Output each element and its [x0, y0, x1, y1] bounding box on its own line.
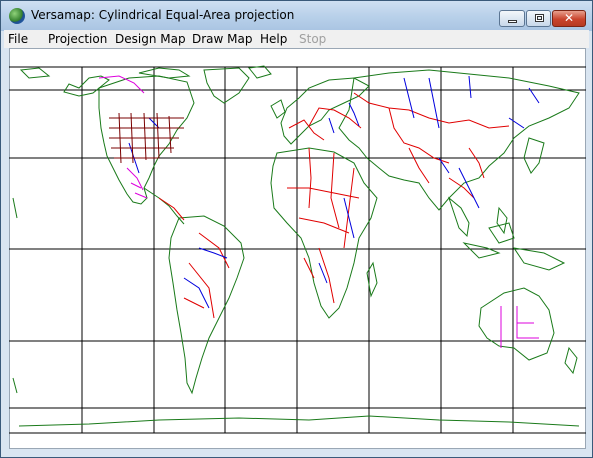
menu-bar: File Projection Design Map Draw Map Help…: [4, 30, 589, 48]
maximize-icon: [535, 14, 544, 22]
menu-help[interactable]: Help: [260, 32, 287, 46]
coastlines: [12, 65, 580, 427]
menu-draw-map[interactable]: Draw Map: [192, 32, 252, 46]
globe-icon[interactable]: [9, 8, 25, 24]
menu-stop: Stop: [299, 32, 327, 46]
window-title: Versamap: Cylindrical Equal-Area project…: [31, 8, 295, 22]
graticule: [9, 66, 586, 434]
menu-design-map[interactable]: Design Map: [115, 32, 186, 46]
title-bar[interactable]: Versamap: Cylindrical Equal-Area project…: [1, 1, 592, 31]
minimize-icon: [508, 20, 517, 23]
close-icon: ✕: [563, 11, 575, 25]
menu-projection[interactable]: Projection: [48, 32, 107, 46]
minimize-button[interactable]: [499, 10, 525, 27]
close-button[interactable]: ✕: [552, 10, 586, 27]
maximize-button[interactable]: [526, 10, 551, 27]
us-states: [109, 112, 184, 164]
state-borders: [98, 75, 539, 348]
country-borders: [158, 92, 510, 319]
app-window: Versamap: Cylindrical Equal-Area project…: [0, 0, 593, 458]
world-map[interactable]: [9, 48, 586, 435]
menu-file[interactable]: File: [8, 32, 28, 46]
